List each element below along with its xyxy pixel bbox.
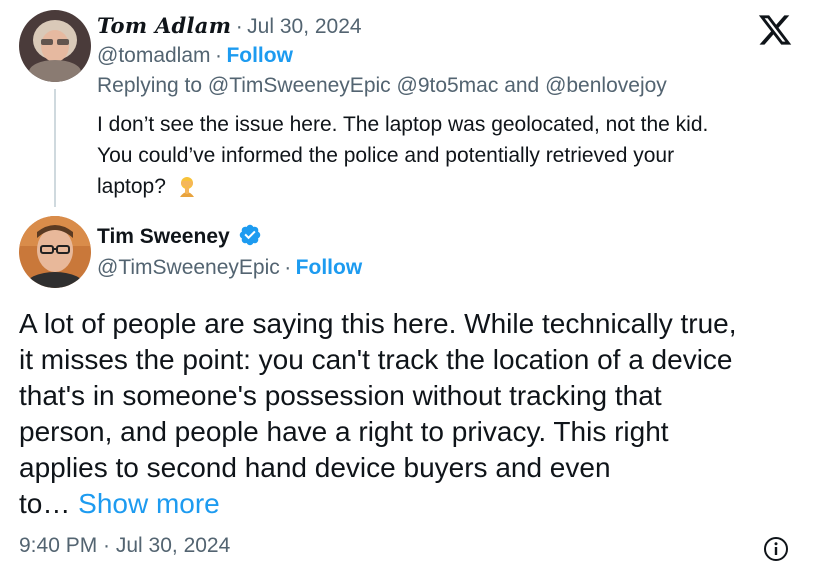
reply-author-handle[interactable]: @tomadlam xyxy=(97,44,211,67)
reply-author-name[interactable]: Tom Adlam xyxy=(97,13,231,38)
facepalm-emoji-icon xyxy=(176,175,198,197)
separator-dot: · xyxy=(214,44,222,67)
main-text-line: A lot of people are saying this here. Wh… xyxy=(19,308,737,339)
main-tweet-text: A lot of people are saying this here. Wh… xyxy=(19,306,799,522)
reply-text-line: I don’t see the issue here. The laptop w… xyxy=(97,113,709,136)
main-author-avatar[interactable] xyxy=(19,216,91,288)
main-text-line: it misses the point: you can't track the… xyxy=(19,344,733,375)
reply-date[interactable]: Jul 30, 2024 xyxy=(247,15,361,38)
main-text-last-line: to… Show more xyxy=(19,486,799,522)
separator-dot: · xyxy=(284,256,292,279)
follow-main-author-link[interactable]: Follow xyxy=(296,256,363,279)
reply-tweet-text: I don’t see the issue here. The laptop w… xyxy=(97,109,777,202)
reply-text-last-line: laptop? xyxy=(97,171,777,202)
info-icon[interactable] xyxy=(763,536,789,562)
reply-text-line: You could’ve informed the police and pot… xyxy=(97,144,675,167)
thread-connector-line xyxy=(54,89,56,207)
separator-dot: · xyxy=(235,15,243,38)
follow-reply-author-link[interactable]: Follow xyxy=(226,44,293,67)
reply-handle-row: @tomadlam · Follow xyxy=(97,42,293,70)
reply-header: Tom Adlam · Jul 30, 2024 xyxy=(97,12,362,40)
main-author-name[interactable]: Tim Sweeney xyxy=(97,225,230,248)
tweet-timestamp[interactable]: 9:40 PM · Jul 30, 2024 xyxy=(19,534,230,558)
main-handle-row: @TimSweeneyEpic · Follow xyxy=(97,254,362,282)
main-text-line: that's in someone's possession without t… xyxy=(19,380,662,411)
main-text-line: to… xyxy=(19,488,71,519)
reply-text-line: laptop? xyxy=(97,175,166,198)
reply-author-avatar[interactable] xyxy=(19,10,91,82)
replying-to-line: Replying to @TimSweeneyEpic @9to5mac and… xyxy=(97,74,667,97)
main-header: Tim Sweeney xyxy=(97,222,262,252)
x-logo-icon[interactable] xyxy=(757,12,793,48)
main-author-handle[interactable]: @TimSweeneyEpic xyxy=(97,256,280,279)
show-more-link[interactable]: Show more xyxy=(78,488,220,519)
verified-badge-icon xyxy=(238,223,262,247)
main-text-line: applies to second hand device buyers and… xyxy=(19,452,611,483)
main-text-line: person, and people have a right to priva… xyxy=(19,416,669,447)
